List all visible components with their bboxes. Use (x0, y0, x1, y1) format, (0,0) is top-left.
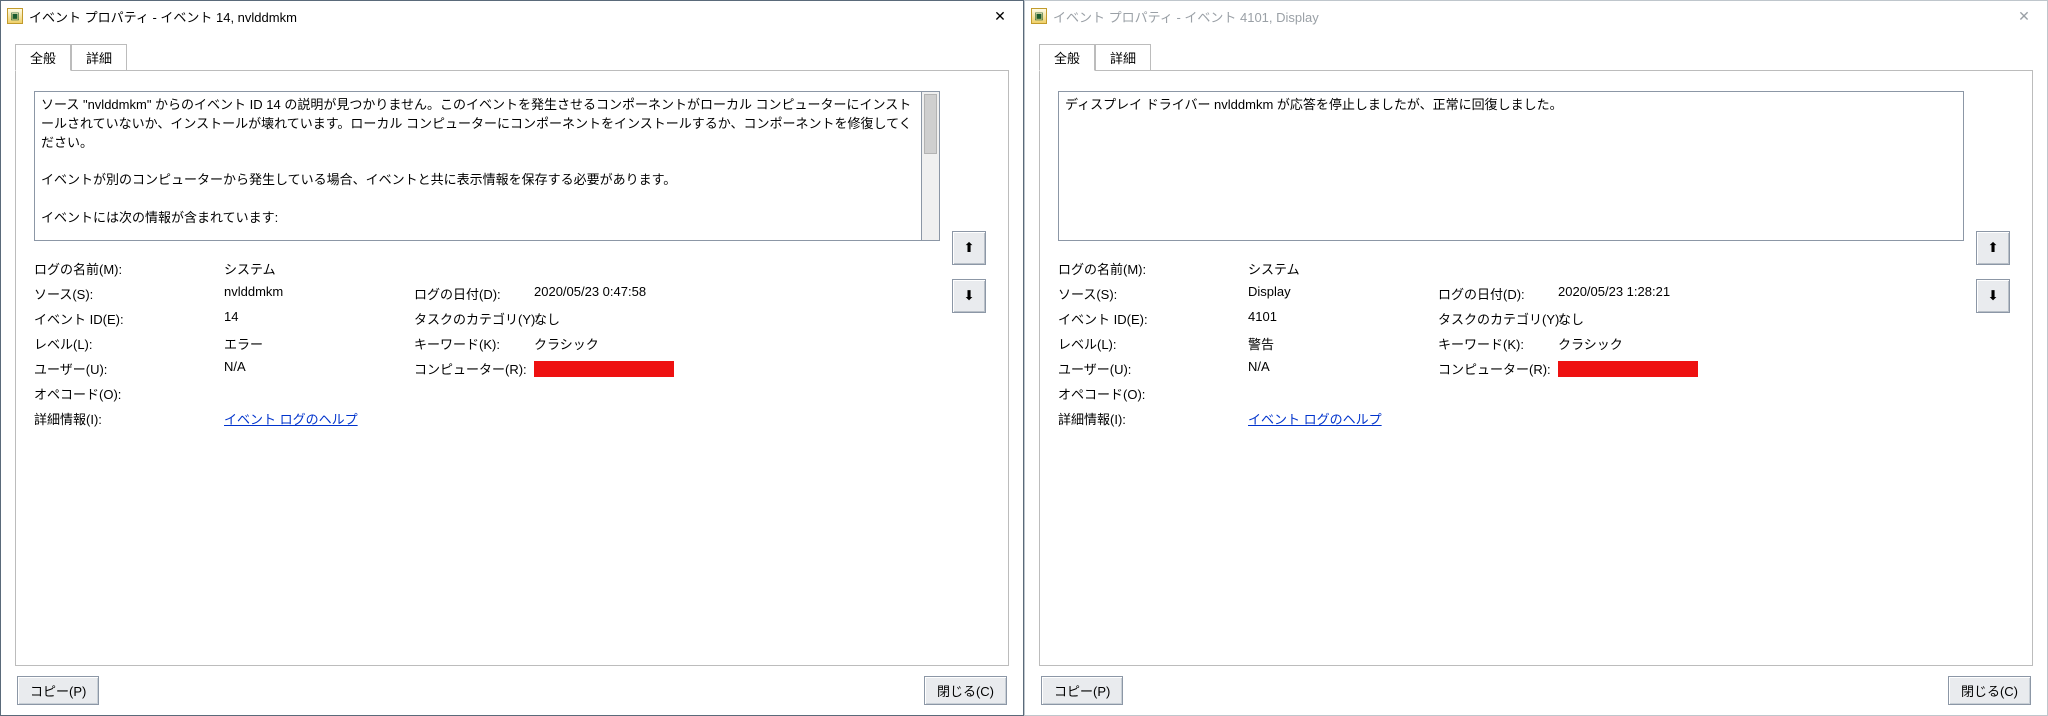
titlebar[interactable]: ▣ イベント プロパティ - イベント 14, nvlddmkm ✕ (1, 1, 1023, 31)
event-description[interactable]: ディスプレイ ドライバー nvlddmkm が応答を停止しましたが、正常に回復し… (1058, 91, 1964, 241)
tab-panel-general: ディスプレイ ドライバー nvlddmkm が応答を停止しましたが、正常に回復し… (1039, 70, 2033, 666)
value-user: N/A (224, 359, 414, 378)
main-column: ディスプレイ ドライバー nvlddmkm が応答を停止しましたが、正常に回復し… (1058, 91, 1964, 653)
arrow-up-button[interactable]: ⬆ (1976, 231, 2010, 265)
label-task-category: タスクのカテゴリ(Y): (1438, 309, 1558, 328)
description-wrap: ソース "nvlddmkm" からのイベント ID 14 の説明が見つかりません… (34, 91, 940, 241)
app-icon: ▣ (7, 8, 23, 24)
arrow-down-icon: ⬇ (1987, 288, 1998, 304)
event-properties-window-right: ▣ イベント プロパティ - イベント 4101, Display ✕ 全般 詳… (1024, 0, 2048, 716)
main-column: ソース "nvlddmkm" からのイベント ID 14 の説明が見つかりません… (34, 91, 940, 653)
value-keywords: クラシック (1558, 334, 1964, 353)
copy-button[interactable]: コピー(P) (1041, 676, 1123, 705)
nav-arrows: ⬆ ⬇ (952, 91, 990, 653)
value-task-category: なし (1558, 309, 1964, 328)
tab-panel-general: ソース "nvlddmkm" からのイベント ID 14 の説明が見つかりません… (15, 70, 1009, 666)
label-source: ソース(S): (34, 284, 224, 303)
dialog-button-row: コピー(P) 閉じる(C) (15, 676, 1009, 705)
label-task-category: タスクのカテゴリ(Y): (414, 309, 534, 328)
client-area: 全般 詳細 ソース "nvlddmkm" からのイベント ID 14 の説明が見… (1, 31, 1023, 715)
tab-strip: 全般 詳細 (1039, 43, 2033, 70)
value-task-category: なし (534, 309, 940, 328)
label-event-id: イベント ID(E): (1058, 309, 1248, 328)
label-level: レベル(L): (1058, 334, 1248, 353)
label-user: ユーザー(U): (1058, 359, 1248, 378)
value-log-date: 2020/05/23 1:28:21 (1558, 284, 1964, 303)
value-computer (534, 359, 940, 378)
value-level: 警告 (1248, 334, 1438, 353)
value-keywords: クラシック (534, 334, 940, 353)
tab-general[interactable]: 全般 (15, 44, 71, 71)
label-log-date: ログの日付(D): (1438, 284, 1558, 303)
event-log-help-link[interactable]: イベント ログのヘルプ (1248, 412, 1382, 427)
event-properties-window-left: ▣ イベント プロパティ - イベント 14, nvlddmkm ✕ 全般 詳細… (0, 0, 1024, 716)
value-source: nvlddmkm (224, 284, 414, 303)
value-computer (1558, 359, 1964, 378)
window-title: イベント プロパティ - イベント 14, nvlddmkm (29, 7, 977, 26)
client-area: 全般 詳細 ディスプレイ ドライバー nvlddmkm が応答を停止しましたが、… (1025, 31, 2047, 715)
event-description[interactable]: ソース "nvlddmkm" からのイベント ID 14 の説明が見つかりません… (34, 91, 922, 241)
arrow-up-icon: ⬆ (963, 240, 974, 256)
label-opcode: オペコード(O): (1058, 384, 1248, 403)
label-event-id: イベント ID(E): (34, 309, 224, 328)
vertical-scrollbar[interactable] (922, 91, 940, 241)
tab-general[interactable]: 全般 (1039, 44, 1095, 71)
arrow-down-button[interactable]: ⬇ (952, 279, 986, 313)
event-log-help-link[interactable]: イベント ログのヘルプ (224, 412, 358, 427)
tab-details[interactable]: 詳細 (1095, 44, 1151, 71)
redacted-computer-name (1558, 361, 1698, 377)
scrollbar-thumb[interactable] (924, 94, 937, 154)
value-log-name: システム (1248, 259, 1438, 278)
label-computer: コンピューター(R): (414, 359, 534, 378)
label-computer: コンピューター(R): (1438, 359, 1558, 378)
label-keywords: キーワード(K): (1438, 334, 1558, 353)
app-icon: ▣ (1031, 8, 1047, 24)
value-log-name: システム (224, 259, 414, 278)
window-title: イベント プロパティ - イベント 4101, Display (1053, 7, 2001, 26)
arrow-down-icon: ⬇ (963, 288, 974, 304)
tab-strip: 全般 詳細 (15, 43, 1009, 70)
arrow-up-icon: ⬆ (1987, 240, 1998, 256)
value-event-id: 14 (224, 309, 414, 328)
label-log-name: ログの名前(M): (34, 259, 224, 278)
field-grid: ログの名前(M): システム ソース(S): Display ログの日付(D):… (1058, 259, 1964, 428)
label-details-info: 詳細情報(I): (1058, 409, 1248, 428)
label-details-info: 詳細情報(I): (34, 409, 224, 428)
value-event-id: 4101 (1248, 309, 1438, 328)
label-source: ソース(S): (1058, 284, 1248, 303)
close-button[interactable]: 閉じる(C) (1948, 676, 2031, 705)
redacted-computer-name (534, 361, 674, 377)
close-icon[interactable]: ✕ (2001, 1, 2047, 31)
titlebar[interactable]: ▣ イベント プロパティ - イベント 4101, Display ✕ (1025, 1, 2047, 31)
description-wrap: ディスプレイ ドライバー nvlddmkm が応答を停止しましたが、正常に回復し… (1058, 91, 1964, 241)
copy-button[interactable]: コピー(P) (17, 676, 99, 705)
label-level: レベル(L): (34, 334, 224, 353)
label-keywords: キーワード(K): (414, 334, 534, 353)
arrow-down-button[interactable]: ⬇ (1976, 279, 2010, 313)
label-user: ユーザー(U): (34, 359, 224, 378)
value-user: N/A (1248, 359, 1438, 378)
value-level: エラー (224, 334, 414, 353)
value-opcode (1248, 384, 1438, 403)
close-icon[interactable]: ✕ (977, 1, 1023, 31)
field-grid: ログの名前(M): システム ソース(S): nvlddmkm ログの日付(D)… (34, 259, 940, 428)
close-button[interactable]: 閉じる(C) (924, 676, 1007, 705)
value-log-date: 2020/05/23 0:47:58 (534, 284, 940, 303)
label-opcode: オペコード(O): (34, 384, 224, 403)
tab-details[interactable]: 詳細 (71, 44, 127, 71)
value-source: Display (1248, 284, 1438, 303)
arrow-up-button[interactable]: ⬆ (952, 231, 986, 265)
nav-arrows: ⬆ ⬇ (1976, 91, 2014, 653)
label-log-name: ログの名前(M): (1058, 259, 1248, 278)
dialog-button-row: コピー(P) 閉じる(C) (1039, 676, 2033, 705)
value-opcode (224, 384, 414, 403)
label-log-date: ログの日付(D): (414, 284, 534, 303)
